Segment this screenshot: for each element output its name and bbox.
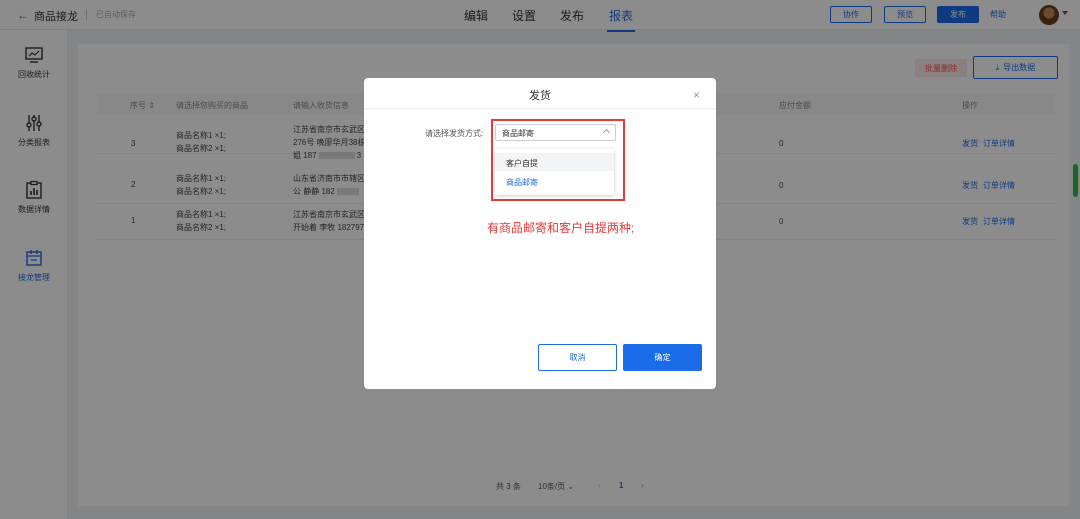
confirm-button[interactable]: 确定 bbox=[623, 344, 702, 371]
dialog-divider bbox=[364, 108, 716, 109]
close-icon[interactable]: × bbox=[693, 88, 700, 102]
annotation-note: 有商品邮寄和客户自提两种; bbox=[487, 221, 635, 235]
annotation-highlight-box bbox=[491, 119, 625, 201]
ship-dialog: 发货 × 请选择发货方式: 商品邮寄 客户自提 商品邮寄 有商品邮寄和客户自提两… bbox=[364, 78, 716, 389]
dialog-title: 发货 bbox=[529, 90, 551, 102]
cancel-button[interactable]: 取消 bbox=[538, 344, 617, 371]
ship-method-label: 请选择发货方式: bbox=[425, 129, 484, 138]
